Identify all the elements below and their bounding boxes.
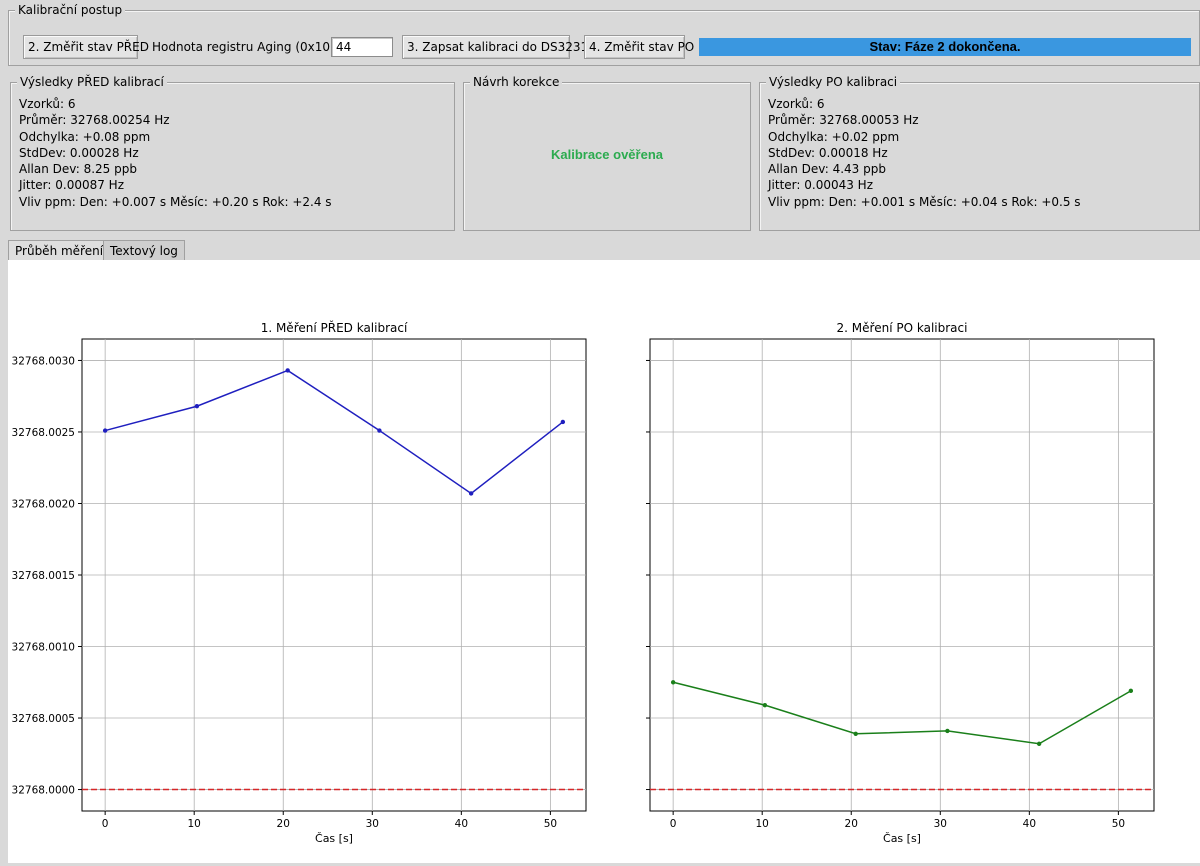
chart2-xtick-label: 30 (934, 818, 947, 830)
after-mean: Průměr: 32768.00053 Hz (768, 113, 919, 128)
chart2-data-point (1128, 688, 1134, 694)
chart2-data-point (945, 728, 950, 734)
measure-after-button[interactable]: 4. Změřit stav PO (584, 35, 694, 59)
chart2-xtick-label: 10 (756, 818, 769, 830)
chart2-data-point (1036, 741, 1042, 746)
chart1-xtick-label: 0 (102, 818, 109, 830)
chart1-xtick-label: 50 (544, 818, 557, 830)
chart2-title: 2. Měření PO kalibraci (837, 321, 968, 335)
correction-proposal-group: Návrh korekce Kalibrace ověřena (463, 74, 751, 231)
chart2-xtick-label: 50 (1112, 818, 1125, 830)
after-samples: Vzorků: 6 (768, 97, 825, 111)
chart1-xtick-label: 40 (455, 818, 468, 830)
before-allan-dev: Allan Dev: 8.25 ppb (19, 162, 137, 177)
before-jitter: Jitter: 0.00087 Hz (19, 178, 125, 193)
chart1-data-point (468, 491, 474, 496)
chart2-data-point (853, 731, 858, 736)
chart1-ytick-label: 32768.0010 (12, 642, 75, 654)
results-after-group: Výsledky PO kalibraci Vzorků: 6 Průměr: … (759, 74, 1200, 231)
measure-before-button[interactable]: 2. Změřit stav PŘED (23, 35, 149, 59)
chart1-ytick-label: 32768.0005 (12, 713, 75, 725)
tab-measurement-progress[interactable]: Průběh měření (8, 240, 111, 261)
correction-proposal-title: Návrh korekce (470, 74, 563, 90)
calibration-procedure-group: Kalibrační postup 2. Změřit stav PŘED Ho… (8, 2, 1200, 66)
results-after-lines: Vzorků: 6 Průměr: 32768.00053 Hz Odchylk… (768, 96, 1081, 210)
chart1-ytick-label: 32768.0030 (12, 355, 75, 367)
chart1-data-point (285, 368, 290, 373)
after-stddev: StdDev: 0.00018 Hz (768, 145, 888, 160)
chart2-xtick-label: 0 (670, 818, 677, 830)
aging-register-input[interactable]: 44 (331, 37, 393, 57)
before-ppm-impact: Vliv ppm: Den: +0.007 s Měsíc: +0.20 s R… (19, 194, 332, 209)
plot-area: 32768.0000 32768.0005 32768.0010 32768.0015… (8, 260, 1200, 863)
chart2-xlabel: Čas [s] (883, 832, 921, 845)
chart1-data-point (194, 404, 200, 409)
aging-register-label: Hodnota registru Aging (0x10): (152, 40, 339, 54)
chart1-data-point (377, 428, 382, 433)
chart2-data-point (762, 702, 768, 708)
after-ppm-impact: Vliv ppm: Den: +0.001 s Měsíc: +0.04 s R… (768, 194, 1081, 209)
after-deviation: Odchylka: +0.02 ppm (768, 129, 900, 144)
chart1-ytick-label: 32768.0025 (12, 427, 75, 439)
before-samples: Vzorků: 6 (19, 97, 76, 111)
results-before-lines: Vzorků: 6 Průměr: 32768.00254 Hz Odchylk… (19, 96, 332, 210)
chart1-xlabel: Čas [s] (315, 832, 353, 845)
chart1-ytick-label: 32768.0000 (12, 785, 75, 797)
chart1-xtick-label: 20 (277, 818, 290, 830)
chart2-data-point (670, 680, 676, 685)
results-before-group: Výsledky PŘED kalibrací Vzorků: 6 Průměr… (10, 74, 455, 231)
calibration-procedure-title: Kalibrační postup (15, 2, 126, 18)
after-allan-dev: Allan Dev: 4.43 ppb (768, 162, 886, 177)
chart1-ytick-label: 32768.0020 (12, 498, 75, 510)
chart1-title: 1. Měření PŘED kalibrací (261, 320, 408, 335)
chart2-xtick-label: 40 (1023, 818, 1036, 830)
chart1-xtick-label: 10 (188, 818, 201, 830)
write-calibration-button[interactable]: 3. Zapsat kalibraci do DS3231 (402, 35, 588, 59)
chart1-ytick-label: 32768.0015 (12, 570, 75, 582)
chart1-data-point (560, 419, 566, 425)
before-mean: Průměr: 32768.00254 Hz (19, 113, 170, 128)
status-bar: Stav: Fáze 2 dokončena. (699, 38, 1191, 56)
before-stddev: StdDev: 0.00028 Hz (19, 145, 139, 160)
chart1-data-point (102, 428, 108, 433)
charts-svg: 32768.0000 32768.0005 32768.0010 32768.0015… (12, 320, 1155, 845)
results-after-title: Výsledky PO kalibraci (766, 74, 901, 90)
before-deviation: Odchylka: +0.08 ppm (19, 129, 151, 144)
calibration-verified-message: Kalibrace ověřena (550, 147, 663, 162)
chart1-xtick-label: 30 (366, 818, 379, 830)
results-before-title: Výsledky PŘED kalibrací (17, 74, 167, 90)
after-jitter: Jitter: 0.00043 Hz (768, 178, 874, 193)
tab-text-log[interactable]: Textový log (103, 240, 185, 261)
chart2-xtick-label: 20 (845, 818, 858, 830)
